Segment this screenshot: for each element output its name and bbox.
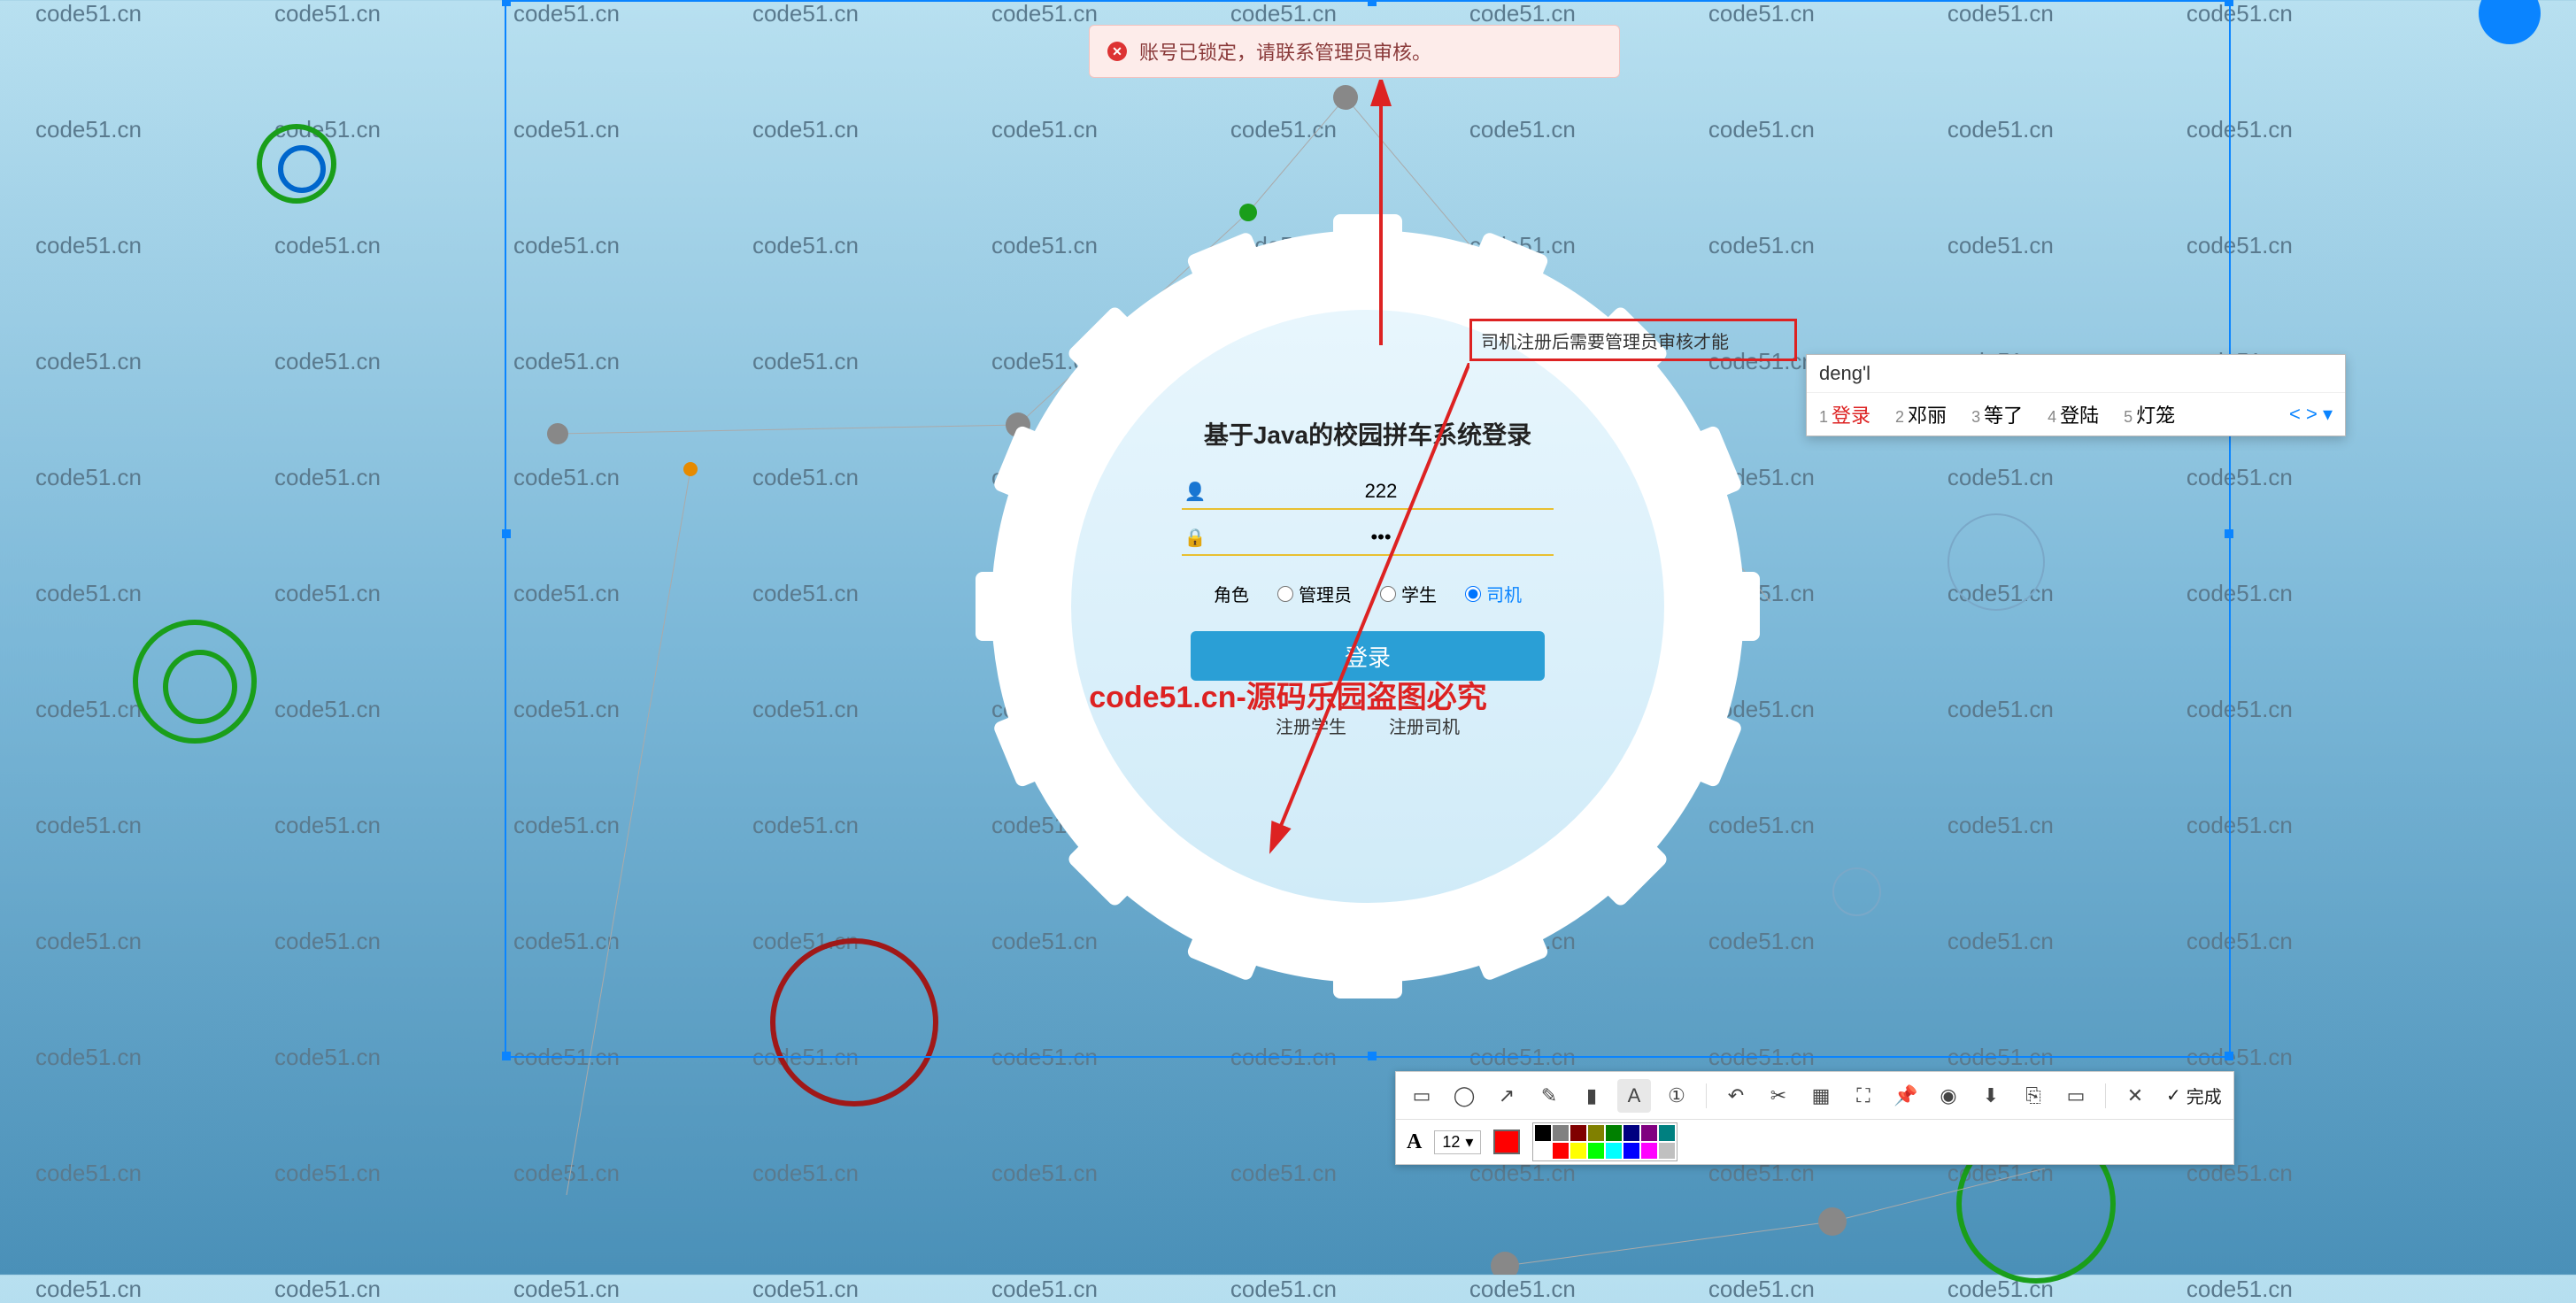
palette-color[interactable] (1535, 1143, 1551, 1159)
role-driver[interactable]: 司机 (1465, 581, 1522, 606)
tool-pin[interactable]: 📌 (1889, 1079, 1923, 1113)
ime-candidate-window[interactable]: deng'l 1登录 2邓丽 3等了 4登陆 5灯笼 < > ▾ (1806, 354, 2346, 436)
deco-circle (257, 124, 336, 204)
ime-candidate-3[interactable]: 3等了 (1971, 400, 2023, 428)
tool-done[interactable]: ✓ 完成 (2166, 1083, 2222, 1108)
tool-share[interactable]: ▭ (2059, 1079, 2093, 1113)
user-icon: 👤 (1182, 481, 1208, 503)
palette-color[interactable] (1606, 1125, 1622, 1141)
screenshot-toolbar: ▭ ◯ ↗ ✎ ▮ A ① ↶ ✂ ▦ ⛶ 📌 ◉ ⬇ ⎘ ▭ ✕ ✓ 完成 A… (1395, 1071, 2234, 1165)
role-selector: 角色 管理员 学生 司机 (1214, 581, 1522, 606)
current-color[interactable] (1493, 1130, 1520, 1154)
tool-ellipse[interactable]: ◯ (1447, 1079, 1481, 1113)
palette-color[interactable] (1588, 1143, 1604, 1159)
palette-color[interactable] (1570, 1125, 1586, 1141)
tool-download[interactable]: ⬇ (1974, 1079, 2008, 1113)
palette-color[interactable] (1641, 1143, 1657, 1159)
login-title: 基于Java的校园拼车系统登录 (1204, 416, 1531, 451)
tool-highlighter[interactable]: ▮ (1575, 1079, 1608, 1113)
role-label: 角色 (1214, 581, 1249, 606)
error-text: 账号已锁定，请联系管理员审核。 (1139, 37, 1431, 66)
ime-nav[interactable]: < > ▾ (2289, 403, 2333, 426)
ime-candidate-2[interactable]: 2邓丽 (1895, 400, 1947, 428)
tool-undo[interactable]: ↶ (1719, 1079, 1753, 1113)
deco-circle (133, 620, 257, 744)
ime-candidate-4[interactable]: 4登陆 (2048, 400, 2099, 428)
password-input[interactable] (1208, 526, 1554, 549)
role-admin[interactable]: 管理员 (1277, 581, 1352, 606)
tool-number[interactable]: ① (1660, 1079, 1693, 1113)
tool-copy[interactable]: ⎘ (2017, 1079, 2050, 1113)
palette-color[interactable] (1623, 1143, 1639, 1159)
palette-color[interactable] (1659, 1143, 1675, 1159)
login-button[interactable]: 登录 (1191, 631, 1545, 681)
palette-color[interactable] (1659, 1125, 1675, 1141)
top-right-avatar[interactable] (2479, 0, 2541, 44)
palette-color[interactable] (1606, 1143, 1622, 1159)
palette-color[interactable] (1588, 1125, 1604, 1141)
color-palette[interactable] (1532, 1122, 1677, 1161)
palette-color[interactable] (1641, 1125, 1657, 1141)
error-banner: ✕ 账号已锁定，请联系管理员审核。 (1089, 25, 1620, 78)
lock-icon: 🔒 (1182, 527, 1208, 549)
ime-candidate-5[interactable]: 5灯笼 (2124, 400, 2175, 428)
tool-scissors[interactable]: ✂ (1762, 1079, 1795, 1113)
tool-pen[interactable]: ✎ (1532, 1079, 1566, 1113)
ime-input-text: deng'l (1807, 355, 2345, 393)
wm: code51.cn (35, 0, 142, 27)
palette-color[interactable] (1553, 1143, 1569, 1159)
palette-color[interactable] (1535, 1125, 1551, 1141)
tool-text[interactable]: A (1617, 1079, 1651, 1113)
font-size-selector[interactable]: 12 ▾ (1434, 1130, 1481, 1154)
tool-rectangle[interactable]: ▭ (1405, 1079, 1438, 1113)
role-student[interactable]: 学生 (1380, 581, 1437, 606)
font-style-icon[interactable]: A (1407, 1130, 1422, 1154)
annotation-text-box: 司机注册后需要管理员审核才能 (1469, 319, 1797, 361)
palette-color[interactable] (1623, 1125, 1639, 1141)
error-icon: ✕ (1107, 42, 1127, 61)
tool-arrow[interactable]: ↗ (1490, 1079, 1523, 1113)
ime-candidate-1[interactable]: 1登录 (1819, 400, 1870, 428)
tool-mosaic[interactable]: ▦ (1804, 1079, 1838, 1113)
palette-color[interactable] (1570, 1143, 1586, 1159)
tool-record[interactable]: ◉ (1932, 1079, 1965, 1113)
tool-blur[interactable]: ⛶ (1847, 1079, 1880, 1113)
username-input[interactable] (1208, 480, 1554, 503)
register-student-link[interactable]: 注册学生 (1276, 713, 1346, 738)
palette-color[interactable] (1553, 1125, 1569, 1141)
register-driver-link[interactable]: 注册司机 (1389, 713, 1460, 738)
tool-close[interactable]: ✕ (2118, 1079, 2152, 1113)
